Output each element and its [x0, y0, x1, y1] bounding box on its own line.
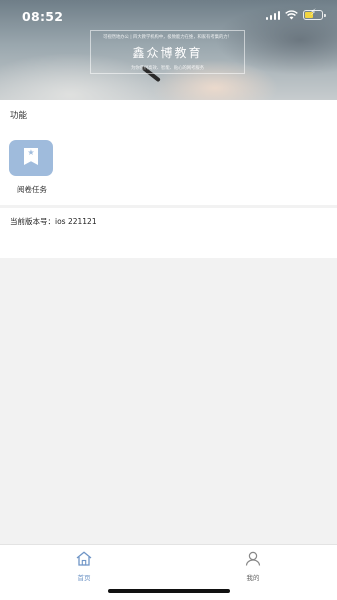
tab-mine[interactable]: 我的 [233, 551, 273, 582]
version-text: 当前版本号：ios 221121 [10, 217, 97, 226]
home-indicator [108, 589, 230, 593]
wifi-icon [285, 10, 298, 20]
tab-home-label: 首页 [77, 574, 91, 582]
bookmark-star-icon: ★ [9, 140, 53, 176]
grading-task-label: 阅卷任务 [17, 185, 47, 194]
user-icon [245, 551, 261, 566]
version-info: 当前版本号：ios 221121 [0, 208, 337, 258]
banner-top-text: 可视然地办公 | 四大教学机构中，极致能力在维，和家有考集的力！ [103, 35, 232, 40]
grading-task-button[interactable]: ★ 阅卷任务 [9, 140, 55, 195]
status-time: 08:52 [22, 9, 64, 24]
functions-section: 功能 ★ 阅卷任务 [0, 100, 337, 205]
banner-slogan: 为你提供高效、智能、贴心的网考服务 [130, 66, 205, 71]
cellular-signal-icon [265, 10, 280, 20]
status-bar: 08:52 ⚡ [0, 0, 337, 34]
brand-banner: 可视然地办公 | 四大教学机构中，极致能力在维，和家有考集的力！ 鑫众博教育 为… [90, 30, 245, 74]
tab-home[interactable]: 首页 [64, 551, 104, 582]
section-title: 功能 [10, 111, 28, 121]
brand-name: 鑫众博教育 [132, 46, 203, 60]
home-icon [76, 551, 92, 566]
battery-icon: ⚡ [303, 8, 326, 20]
status-icons: ⚡ [265, 8, 326, 20]
tab-mine-label: 我的 [246, 574, 260, 582]
